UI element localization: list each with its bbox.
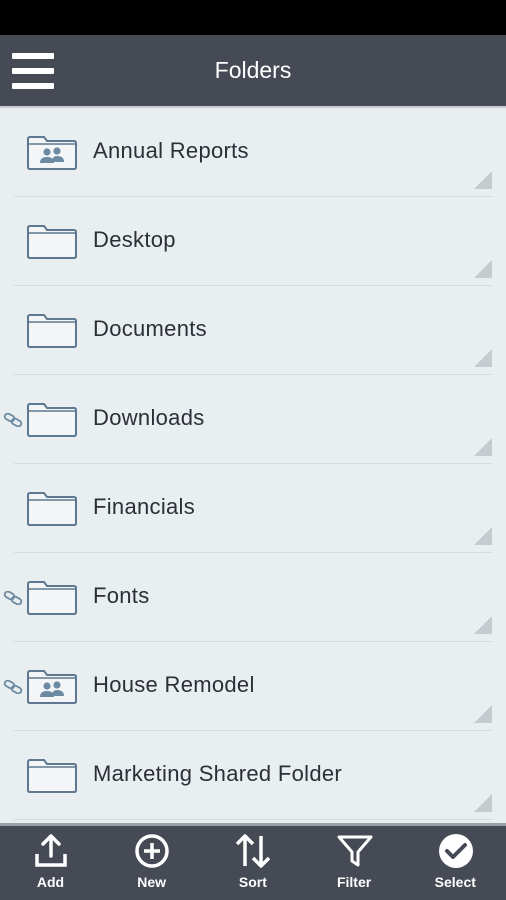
folder-label: Documents: [93, 316, 207, 341]
toolbar-button-add[interactable]: Add: [0, 826, 101, 900]
folder-label: Fonts: [93, 583, 150, 608]
toolbar-button-new[interactable]: New: [101, 826, 202, 900]
folder-label: Annual Reports: [93, 138, 249, 163]
toolbar-label: Add: [36, 874, 65, 890]
row-menu-corner-icon[interactable]: [474, 527, 492, 545]
toolbar-label: Filter: [336, 874, 372, 890]
folder-icon: [26, 224, 78, 260]
folder-icon: [26, 402, 78, 438]
folder-label: Financials: [93, 494, 196, 519]
folder-row[interactable]: Desktop: [0, 197, 506, 286]
folder-row[interactable]: Documents: [0, 286, 506, 375]
folder-icon: [26, 758, 78, 794]
folder-row[interactable]: Marketing Shared Folder: [0, 731, 506, 820]
folder-icon: [26, 313, 78, 349]
toolbar-label: New: [137, 874, 167, 890]
shared-folder-icon: [26, 669, 78, 705]
folder-label: Downloads: [93, 405, 205, 430]
folder-icon: [26, 491, 78, 527]
toolbar-button-sort[interactable]: Sort: [202, 826, 303, 900]
row-menu-corner-icon[interactable]: [474, 794, 492, 812]
row-menu-corner-icon[interactable]: [474, 349, 492, 367]
shared-folder-icon: [26, 135, 78, 171]
bottom-toolbar: Add New Sort Filter Select: [0, 823, 506, 900]
link-icon: [3, 412, 23, 428]
folder-label: Desktop: [93, 227, 176, 252]
row-menu-corner-icon[interactable]: [474, 171, 492, 189]
folder-list: Annual Reports Desktop Documents Downloa…: [0, 108, 506, 823]
status-bar: [0, 0, 506, 35]
link-icon: [3, 679, 23, 695]
folder-row[interactable]: Downloads: [0, 375, 506, 464]
link-icon: [3, 590, 23, 606]
row-divider: [14, 819, 492, 820]
page-title: Folders: [214, 57, 292, 83]
row-menu-corner-icon[interactable]: [474, 438, 492, 456]
row-menu-corner-icon[interactable]: [474, 616, 492, 634]
toolbar-label: Sort: [238, 874, 267, 890]
folder-label: House Remodel: [93, 672, 255, 697]
folder-label: Marketing Shared Folder: [93, 761, 343, 786]
row-menu-corner-icon[interactable]: [474, 705, 492, 723]
toolbar-button-filter[interactable]: Filter: [304, 826, 405, 900]
app-bar: Folders: [0, 35, 506, 106]
toolbar-label: Select: [434, 874, 476, 890]
folder-row[interactable]: Fonts: [0, 553, 506, 642]
folder-row[interactable]: House Remodel: [0, 642, 506, 731]
row-menu-corner-icon[interactable]: [474, 260, 492, 278]
folder-row[interactable]: Financials: [0, 464, 506, 553]
folder-row[interactable]: Annual Reports: [0, 108, 506, 197]
toolbar-button-select[interactable]: Select: [405, 826, 506, 900]
folder-icon: [26, 580, 78, 616]
